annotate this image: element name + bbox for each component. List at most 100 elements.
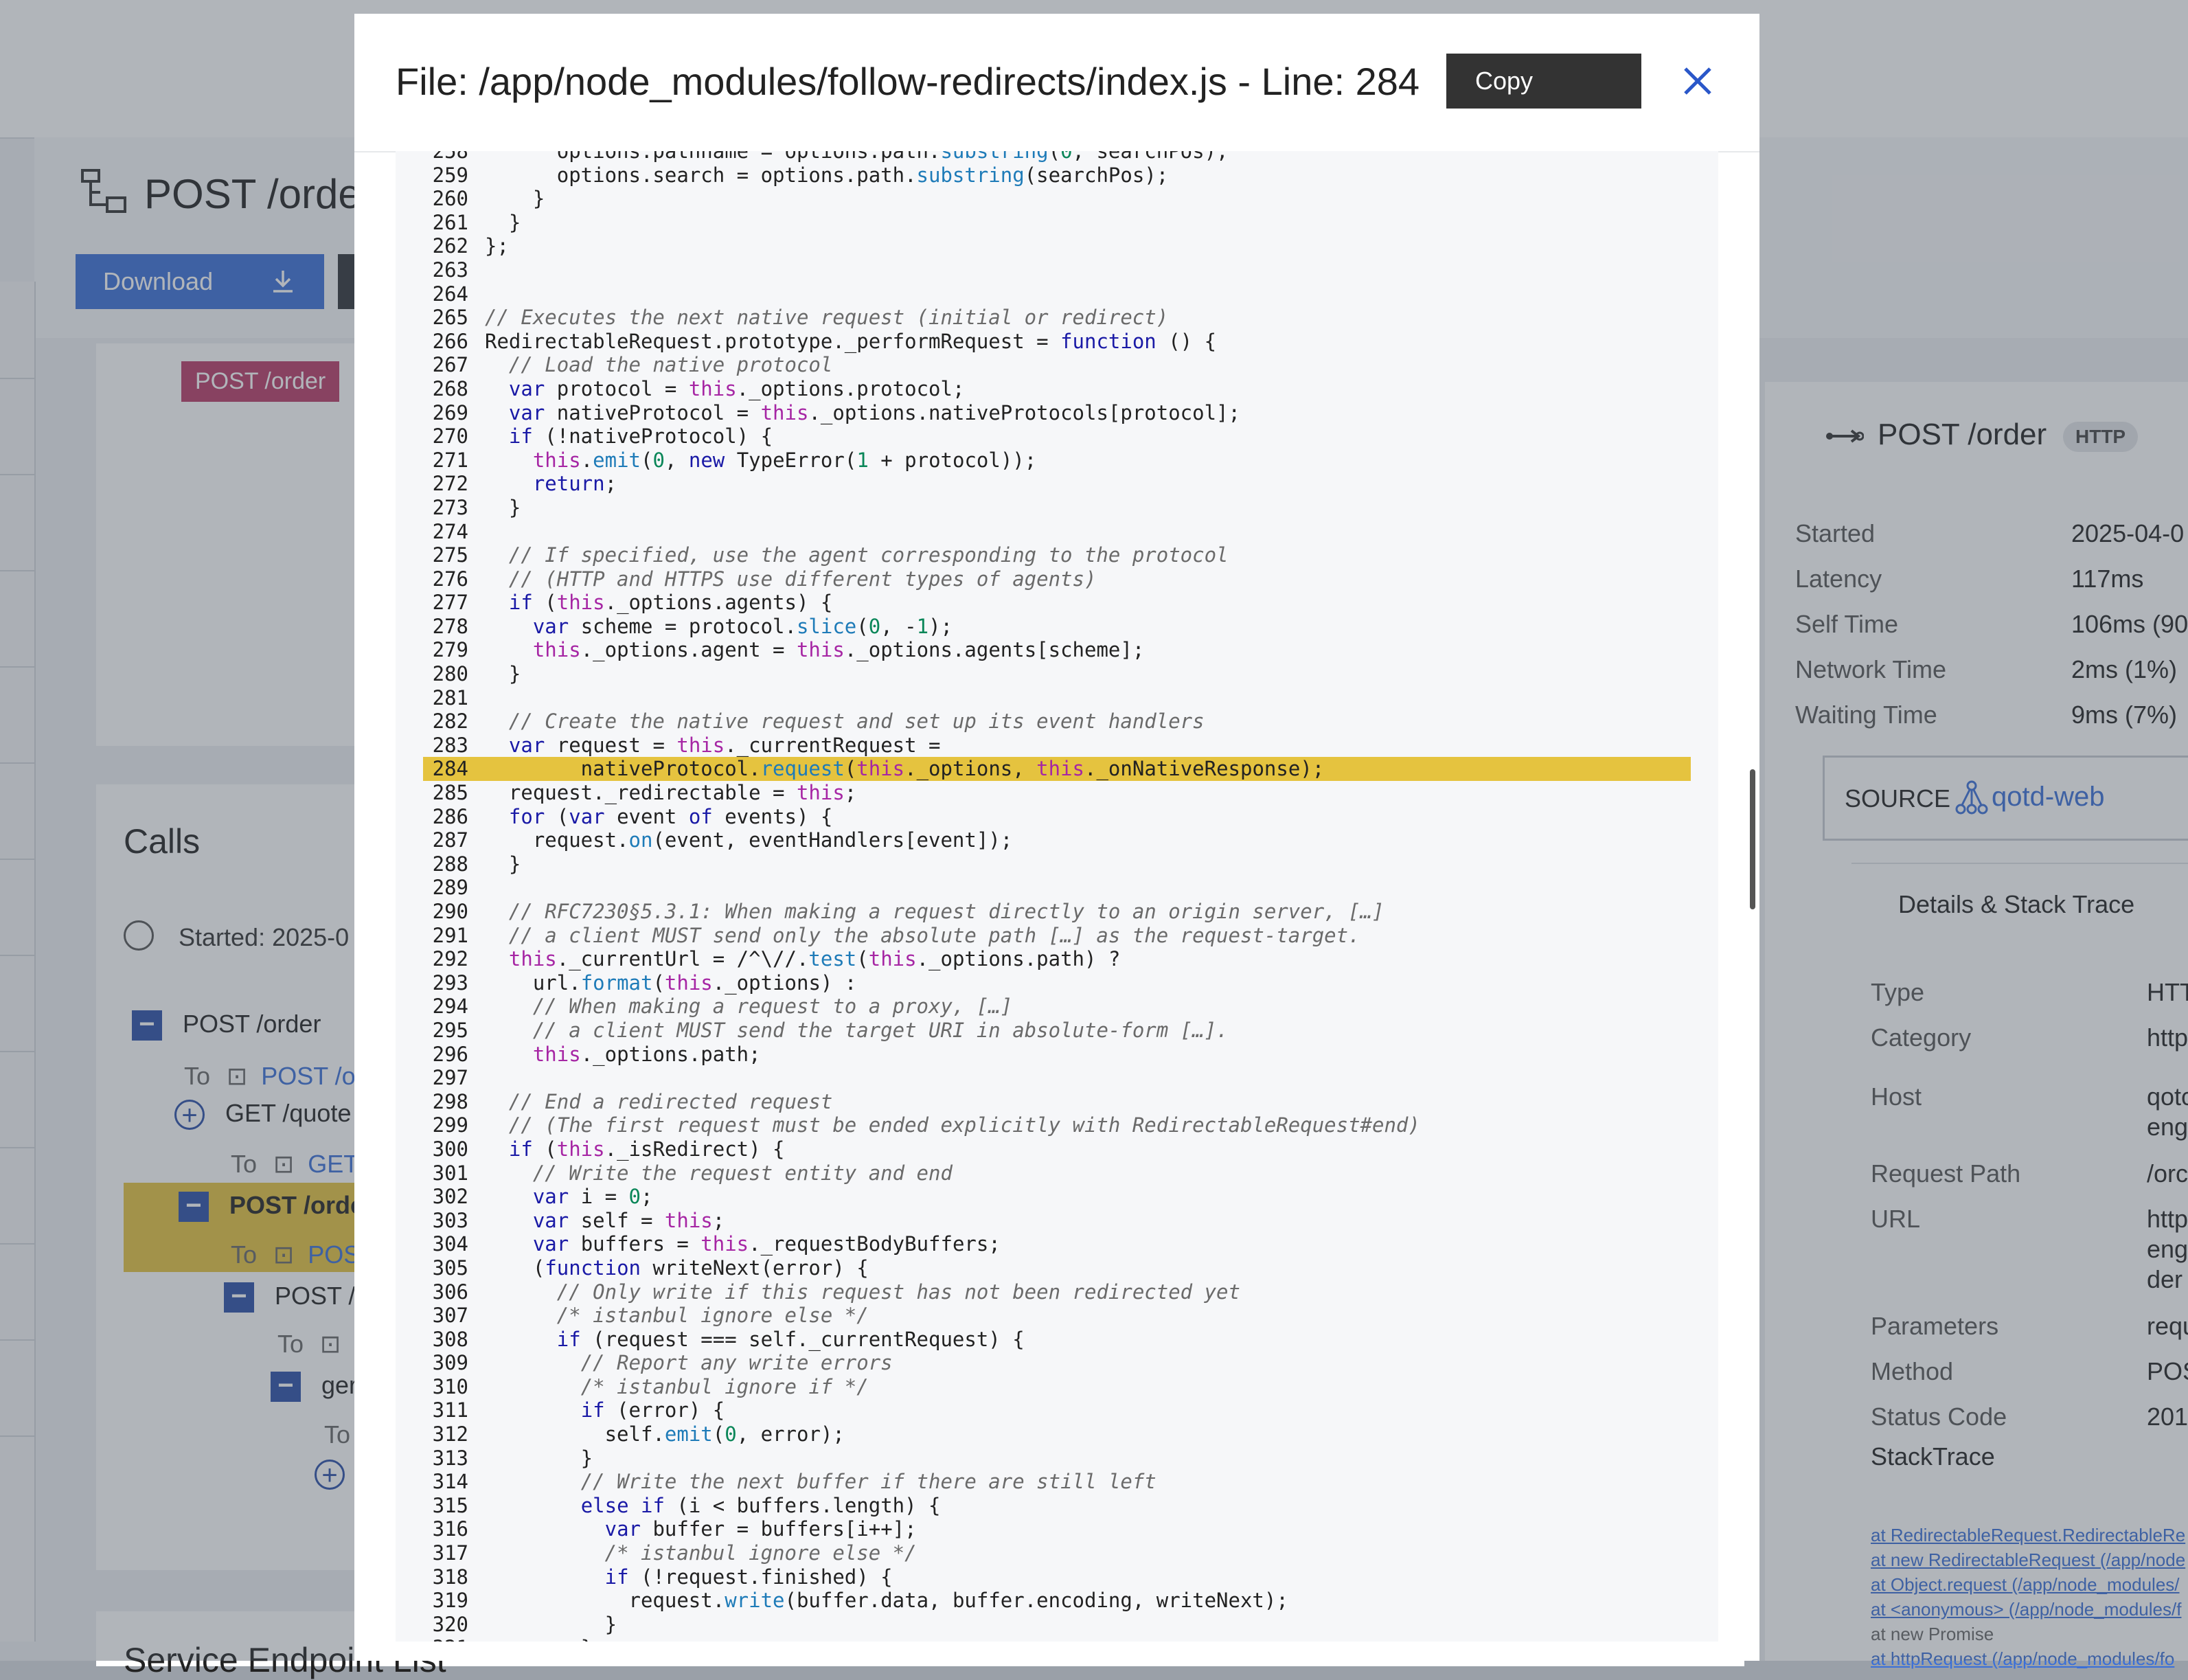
code-line: 270 if (!nativeProtocol) {	[423, 424, 1707, 449]
code-text: var buffers = this._requestBodyBuffers;	[532, 1232, 1001, 1256]
code-line: 311 if (error) {	[423, 1398, 1707, 1422]
code-text: for (var event of events) {	[508, 804, 833, 828]
code-line: 310 /* istanbul ignore if */	[423, 1375, 1707, 1399]
code-line: 276 // (HTTP and HTTPS use different typ…	[423, 567, 1707, 591]
highlighted-code-line: 284 nativeProtocol.request(this._options…	[423, 757, 1691, 782]
line-number: 301	[432, 1161, 468, 1185]
code-text: options.pathname = options.path.substrin…	[485, 151, 1229, 163]
code-line: 279 this._options.agent = this._options.…	[423, 638, 1707, 662]
code-text: // Create the native request and set up …	[508, 710, 1205, 734]
line-number: 262	[432, 234, 468, 258]
line-number: 275	[432, 543, 468, 567]
line-number: 261	[432, 210, 468, 234]
line-number: 273	[432, 495, 468, 519]
code-line: 315 else if (i < buffers.length) {	[423, 1494, 1707, 1518]
code-text: nativeProtocol.request(this._options, th…	[485, 757, 1325, 781]
code-line: 308 if (request === self._currentRequest…	[423, 1328, 1707, 1352]
line-number: 259	[432, 163, 468, 187]
code-viewer[interactable]: 258 options.pathname = options.path.subs…	[396, 151, 1718, 1642]
code-line: 274	[423, 520, 1707, 544]
line-number: 270	[432, 424, 468, 449]
line-number: 303	[432, 1208, 468, 1232]
code-line: 272 return;	[423, 472, 1707, 496]
code-text: }	[485, 662, 521, 686]
line-number: 317	[432, 1541, 468, 1565]
code-text: var protocol = this._options.protocol;	[508, 376, 965, 400]
code-line: 298 // End a redirected request	[423, 1090, 1707, 1114]
line-number: 295	[432, 1018, 468, 1042]
line-number: 308	[432, 1327, 468, 1351]
code-line: 275 // If specified, use the agent corre…	[423, 543, 1707, 567]
code-line: 306 // Only write if this request has no…	[423, 1280, 1707, 1304]
code-line: 263	[423, 258, 1707, 282]
code-line: 268 var protocol = this._options.protoco…	[423, 377, 1707, 401]
code-scrollbar-thumb[interactable]	[1750, 769, 1755, 909]
code-line: 303 var self = this;	[423, 1209, 1707, 1233]
line-number: 283	[432, 733, 468, 757]
code-line: 307 /* istanbul ignore else */	[423, 1304, 1707, 1328]
line-number: 264	[432, 282, 468, 306]
line-number: 311	[432, 1398, 468, 1422]
code-line: 266 RedirectableRequest.prototype._perfor…	[423, 330, 1707, 354]
line-number: 290	[432, 900, 468, 923]
code-text: self.emit(0, error);	[485, 1422, 845, 1446]
line-number: 282	[432, 710, 468, 734]
line-number: 294	[432, 995, 468, 1019]
code-text: // When making a request to a proxy, […]	[532, 995, 1013, 1019]
code-text: // Executes the next native request (ini…	[485, 306, 1169, 330]
line-number: 266	[432, 329, 468, 353]
code-line: 289	[423, 876, 1707, 900]
line-number: 268	[432, 376, 468, 400]
code-line: 300 if (this._isRedirect) {	[423, 1137, 1707, 1161]
code-line: 321 }	[423, 1636, 1707, 1642]
line-number: 299	[432, 1113, 468, 1137]
line-number: 286	[432, 804, 468, 828]
code-line: 297	[423, 1066, 1707, 1090]
line-number: 277	[432, 591, 468, 615]
code-line: 283 var request = this._currentRequest =	[423, 734, 1707, 758]
copy-button[interactable]: Copy	[1446, 54, 1641, 109]
code-line: 260 }	[423, 187, 1707, 211]
code-line: 281	[423, 686, 1707, 710]
code-text: var i = 0;	[532, 1185, 653, 1209]
code-text: request.on(event, eventHandlers[event]);	[485, 828, 1013, 852]
line-number: 274	[432, 519, 468, 543]
code-text: else if (i < buffers.length) {	[580, 1493, 941, 1517]
code-line: 319 request.write(buffer.data, buffer.en…	[423, 1589, 1707, 1613]
code-line: 317 /* istanbul ignore else */	[423, 1541, 1707, 1565]
code-text: if (this._isRedirect) {	[508, 1137, 785, 1161]
close-icon[interactable]	[1678, 62, 1717, 100]
code-line: 258 options.pathname = options.path.subs…	[423, 151, 1707, 163]
code-text: // End a redirected request	[508, 1089, 833, 1113]
code-text: }	[485, 1446, 593, 1470]
line-number: 321	[423, 1636, 485, 1642]
code-text: }	[485, 187, 545, 211]
code-text: if (request === self._currentRequest) {	[556, 1327, 1025, 1351]
code-line: 290 // RFC7230§5.3.1: When making a requ…	[423, 900, 1707, 924]
code-text: // Report any write errors	[580, 1351, 893, 1375]
line-number: 297	[432, 1066, 468, 1090]
code-text: var buffer = buffers[i++];	[604, 1517, 917, 1541]
code-line: 292 this._currentUrl = /^\//.test(this._…	[423, 947, 1707, 971]
code-line: 259 options.search = options.path.substr…	[423, 163, 1707, 188]
code-text: // Write the request entity and end	[532, 1161, 953, 1185]
code-text: }	[485, 852, 521, 876]
line-number: 313	[432, 1446, 468, 1470]
code-text: if (this._options.agents) {	[508, 591, 833, 615]
line-number: 316	[432, 1517, 468, 1541]
code-text: if (!nativeProtocol) {	[508, 424, 773, 449]
code-line: 302 var i = 0;	[423, 1185, 1707, 1209]
line-number: 265	[432, 306, 468, 330]
line-number: 312	[432, 1422, 468, 1446]
line-number: 320	[432, 1612, 468, 1636]
line-number: 293	[432, 970, 468, 995]
code-text: if (!request.finished) {	[604, 1565, 893, 1589]
code-text: /* istanbul ignore else */	[604, 1541, 917, 1565]
line-number: 302	[432, 1185, 468, 1209]
line-number: 285	[432, 781, 468, 805]
code-line: 314 // Write the next buffer if there ar…	[423, 1470, 1707, 1494]
code-line: 301 // Write the request entity and end	[423, 1161, 1707, 1185]
code-text: // RFC7230§5.3.1: When making a request …	[508, 900, 1384, 923]
line-number: 284	[432, 757, 468, 781]
code-line: 285 request._redirectable = this;	[423, 781, 1707, 805]
